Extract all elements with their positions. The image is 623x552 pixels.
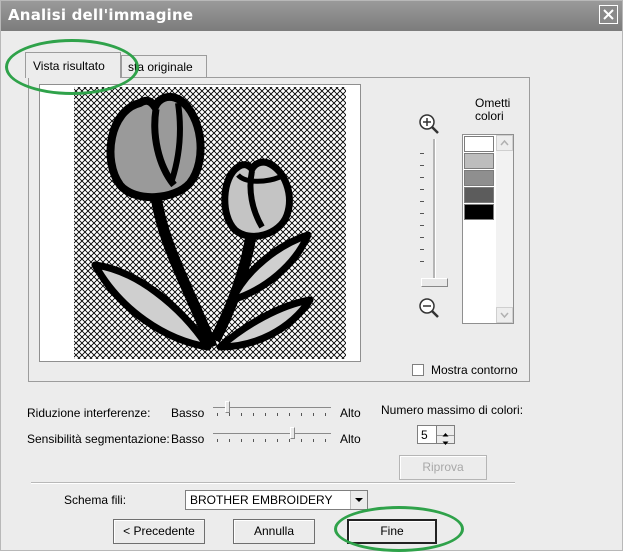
slider-tick xyxy=(301,413,302,416)
spinner-down-icon xyxy=(442,441,449,445)
color-swatch[interactable] xyxy=(464,170,494,186)
noise-reduction-thumb[interactable] xyxy=(225,401,230,413)
zoom-tick xyxy=(420,201,424,202)
segmentation-low-label: Basso xyxy=(171,432,205,446)
segmentation-label: Sensibilità segmentazione: xyxy=(27,432,170,446)
dropdown-button[interactable] xyxy=(350,491,367,509)
slider-tick xyxy=(313,413,314,416)
zoom-tick xyxy=(420,189,424,190)
slider-tick xyxy=(289,439,290,442)
image-analysis-dialog: Analisi dell'immagine Vista risultato st… xyxy=(0,0,623,552)
tab-result-view-label: Vista risultato xyxy=(33,59,105,73)
slider-tick xyxy=(265,439,266,442)
tab-result-view[interactable]: Vista risultato xyxy=(25,52,121,78)
slider-tick xyxy=(217,439,218,442)
slider-tick xyxy=(241,439,242,442)
thread-scheme-value: BROTHER EMBROIDERY xyxy=(190,493,333,507)
thread-scheme-select[interactable]: BROTHER EMBROIDERY xyxy=(185,490,368,510)
noise-reduction-slider[interactable] xyxy=(213,407,331,408)
color-swatch[interactable] xyxy=(464,187,494,203)
finish-button[interactable]: Fine xyxy=(347,519,437,544)
scroll-up-button[interactable] xyxy=(496,135,513,151)
slider-tick xyxy=(253,439,254,442)
slider-tick xyxy=(217,413,218,416)
zoom-in-icon[interactable] xyxy=(418,113,440,135)
max-colors-spinner[interactable] xyxy=(437,425,455,445)
slider-tick xyxy=(289,413,290,416)
tab-original-view[interactable]: sta originale xyxy=(121,55,207,77)
close-button[interactable] xyxy=(599,5,618,24)
preview-area xyxy=(39,84,361,362)
color-swatch[interactable] xyxy=(464,153,494,169)
colors-scrollbar[interactable] xyxy=(496,135,513,323)
omit-colors-label: Ometti colori xyxy=(475,96,511,123)
retry-button[interactable]: Riprova xyxy=(399,455,487,480)
separator-line xyxy=(31,482,515,484)
noise-reduction-label: Riduzione interferenze: xyxy=(27,406,151,420)
zoom-out-icon[interactable] xyxy=(418,297,440,319)
scroll-down-button[interactable] xyxy=(496,307,513,323)
omit-colors-list[interactable] xyxy=(462,134,514,324)
slider-tick xyxy=(277,413,278,416)
color-swatch[interactable] xyxy=(464,204,494,220)
zoom-tick xyxy=(420,225,424,226)
slider-tick xyxy=(253,413,254,416)
previous-button[interactable]: < Precedente xyxy=(113,519,205,544)
slider-tick xyxy=(241,413,242,416)
slider-tick xyxy=(265,413,266,416)
slider-tick xyxy=(301,439,302,442)
chevron-down-icon xyxy=(355,498,363,502)
segmentation-thumb[interactable] xyxy=(290,427,295,439)
slider-tick xyxy=(325,439,326,442)
slider-tick xyxy=(229,413,230,416)
noise-reduction-high-label: Alto xyxy=(340,406,361,420)
segmentation-high-label: Alto xyxy=(340,432,361,446)
close-icon xyxy=(603,9,614,20)
window-title: Analisi dell'immagine xyxy=(8,6,194,24)
zoom-tick xyxy=(420,153,424,154)
cancel-button[interactable]: Annulla xyxy=(233,519,315,544)
zoom-slider-thumb[interactable] xyxy=(421,278,448,287)
tulip-preview-image xyxy=(74,87,346,359)
zoom-tick xyxy=(420,249,424,250)
show-outline-checkbox[interactable] xyxy=(412,364,424,376)
color-swatch[interactable] xyxy=(464,136,494,152)
chevron-down-icon xyxy=(500,312,509,319)
noise-reduction-low-label: Basso xyxy=(171,406,205,420)
zoom-tick xyxy=(420,261,424,262)
slider-tick xyxy=(313,439,314,442)
zoom-tick xyxy=(420,237,424,238)
chevron-up-icon xyxy=(500,139,509,146)
spinner-down-button[interactable] xyxy=(437,435,454,445)
zoom-tick xyxy=(420,177,424,178)
slider-tick xyxy=(277,439,278,442)
slider-tick xyxy=(229,439,230,442)
thread-scheme-label: Schema fili: xyxy=(64,493,127,507)
title-bar[interactable]: Analisi dell'immagine xyxy=(1,1,622,31)
zoom-slider-track[interactable] xyxy=(433,139,436,283)
slider-tick xyxy=(325,413,326,416)
show-outline-label: Mostra contorno xyxy=(431,363,518,377)
zoom-tick xyxy=(420,213,424,214)
max-colors-label: Numero massimo di colori: xyxy=(381,403,524,417)
max-colors-value: 5 xyxy=(421,428,428,442)
zoom-tick xyxy=(420,165,424,166)
max-colors-input[interactable]: 5 xyxy=(417,425,437,444)
segmentation-slider[interactable] xyxy=(213,433,331,434)
tab-original-view-label: sta originale xyxy=(128,60,193,74)
